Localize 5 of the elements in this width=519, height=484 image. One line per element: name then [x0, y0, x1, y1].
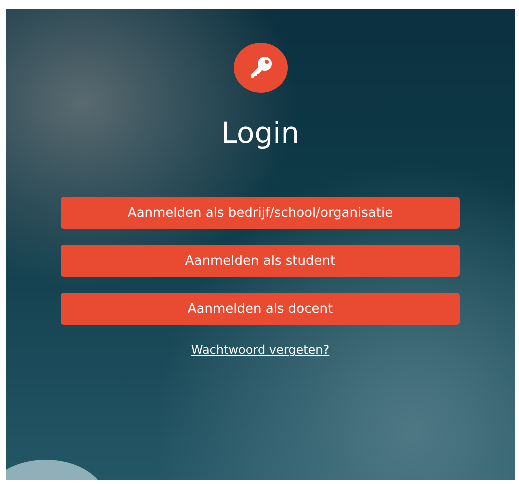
- login-option-button[interactable]: Aanmelden als student: [61, 245, 460, 277]
- page-title: Login: [221, 115, 300, 151]
- login-option-button[interactable]: Aanmelden als docent: [61, 293, 460, 325]
- login-option-button[interactable]: Aanmelden als bedrijf/school/organisatie: [61, 197, 460, 229]
- forgot-password-link[interactable]: Wachtwoord vergeten?: [191, 343, 330, 357]
